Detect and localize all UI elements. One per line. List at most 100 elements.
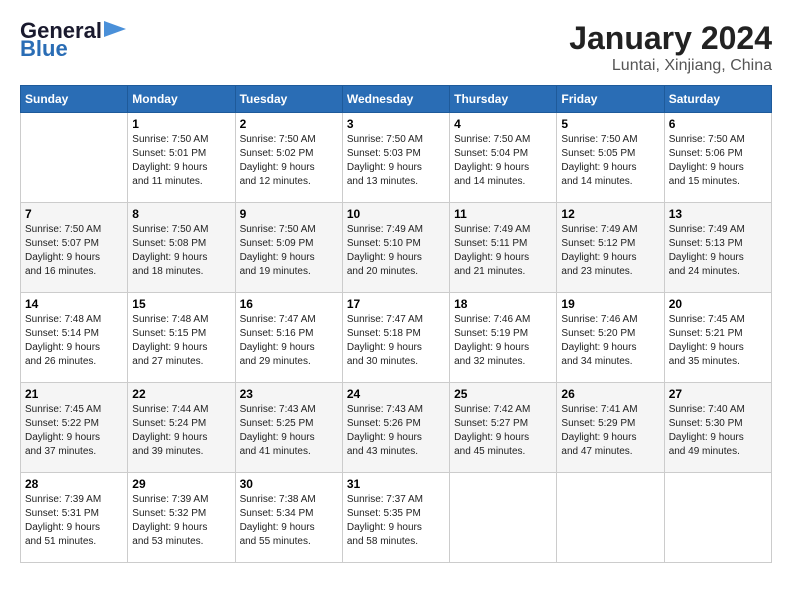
day-number: 4 [454,117,552,131]
day-info: Sunrise: 7:45 AM Sunset: 5:21 PM Dayligh… [669,313,767,369]
calendar-cell: 29Sunrise: 7:39 AM Sunset: 5:32 PM Dayli… [128,473,235,563]
day-info: Sunrise: 7:39 AM Sunset: 5:31 PM Dayligh… [25,493,123,549]
calendar-cell: 21 Sunrise: 7:45 AM Sunset: 5:22 PM Dayli… [21,383,128,473]
calendar-week-row: 21 Sunrise: 7:45 AM Sunset: 5:22 PM Dayli… [21,383,772,473]
weekday-row: SundayMondayTuesdayWednesdayThursdayFrid… [21,86,772,113]
calendar-cell: 22 Sunrise: 7:44 AM Sunset: 5:24 PM Dayli… [128,383,235,473]
calendar-cell: 30Sunrise: 7:38 AM Sunset: 5:34 PM Dayli… [235,473,342,563]
day-info: Sunrise: 7:46 AM Sunset: 5:19 PM Dayligh… [454,313,552,369]
day-number: 26 [561,387,659,401]
page-header: General Blue January 2024 Luntai, Xinjia… [20,20,772,75]
calendar-cell: 27 Sunrise: 7:40 AM Sunset: 5:30 PM Dayli… [664,383,771,473]
day-info: Sunrise: 7:50 AM Sunset: 5:09 PM Dayligh… [240,223,338,279]
day-info: Sunrise: 7:45 AM Sunset: 5:22 PM Dayligh… [25,403,123,459]
calendar-cell: 18 Sunrise: 7:46 AM Sunset: 5:19 PM Dayli… [450,293,557,383]
weekday-header: Monday [128,86,235,113]
day-info: Sunrise: 7:50 AM Sunset: 5:01 PM Dayligh… [132,133,230,189]
logo-icon [104,19,126,39]
weekday-header: Friday [557,86,664,113]
day-info: Sunrise: 7:50 AM Sunset: 5:08 PM Dayligh… [132,223,230,279]
calendar-cell: 23 Sunrise: 7:43 AM Sunset: 5:25 PM Dayli… [235,383,342,473]
day-info: Sunrise: 7:49 AM Sunset: 5:12 PM Dayligh… [561,223,659,279]
calendar-week-row: 1 Sunrise: 7:50 AM Sunset: 5:01 PM Daylig… [21,113,772,203]
day-info: Sunrise: 7:50 AM Sunset: 5:05 PM Dayligh… [561,133,659,189]
day-info: Sunrise: 7:37 AM Sunset: 5:35 PM Dayligh… [347,493,445,549]
calendar-cell: 25 Sunrise: 7:42 AM Sunset: 5:27 PM Dayli… [450,383,557,473]
day-number: 22 [132,387,230,401]
day-number: 15 [132,297,230,311]
calendar-cell: 9 Sunrise: 7:50 AM Sunset: 5:09 PM Daylig… [235,203,342,293]
day-info: Sunrise: 7:49 AM Sunset: 5:10 PM Dayligh… [347,223,445,279]
day-info: Sunrise: 7:50 AM Sunset: 5:03 PM Dayligh… [347,133,445,189]
day-info: Sunrise: 7:48 AM Sunset: 5:15 PM Dayligh… [132,313,230,369]
day-number: 18 [454,297,552,311]
calendar-cell [664,473,771,563]
day-number: 2 [240,117,338,131]
day-number: 24 [347,387,445,401]
day-number: 17 [347,297,445,311]
logo-blue-text: Blue [20,38,68,60]
day-number: 6 [669,117,767,131]
day-info: Sunrise: 7:50 AM Sunset: 5:04 PM Dayligh… [454,133,552,189]
calendar-cell: 4 Sunrise: 7:50 AM Sunset: 5:04 PM Daylig… [450,113,557,203]
day-number: 31 [347,477,445,491]
day-number: 14 [25,297,123,311]
day-info: Sunrise: 7:46 AM Sunset: 5:20 PM Dayligh… [561,313,659,369]
calendar-header: SundayMondayTuesdayWednesdayThursdayFrid… [21,86,772,113]
calendar-week-row: 28 Sunrise: 7:39 AM Sunset: 5:31 PM Dayli… [21,473,772,563]
calendar-cell: 5 Sunrise: 7:50 AM Sunset: 5:05 PM Daylig… [557,113,664,203]
day-number: 9 [240,207,338,221]
calendar-cell: 26 Sunrise: 7:41 AM Sunset: 5:29 PM Dayli… [557,383,664,473]
logo: General Blue [20,20,126,60]
weekday-header: Wednesday [342,86,449,113]
weekday-header: Sunday [21,86,128,113]
calendar-cell: 14 Sunrise: 7:48 AM Sunset: 5:14 PM Dayli… [21,293,128,383]
day-number: 11 [454,207,552,221]
calendar-subtitle: Luntai, Xinjiang, China [569,57,772,75]
calendar-cell: 8 Sunrise: 7:50 AM Sunset: 5:08 PM Daylig… [128,203,235,293]
day-number: 5 [561,117,659,131]
day-number: 7 [25,207,123,221]
calendar-cell: 3 Sunrise: 7:50 AM Sunset: 5:03 PM Daylig… [342,113,449,203]
calendar-cell: 17Sunrise: 7:47 AM Sunset: 5:18 PM Dayli… [342,293,449,383]
day-info: Sunrise: 7:50 AM Sunset: 5:06 PM Dayligh… [669,133,767,189]
calendar-cell: 7 Sunrise: 7:50 AM Sunset: 5:07 PM Daylig… [21,203,128,293]
day-info: Sunrise: 7:50 AM Sunset: 5:02 PM Dayligh… [240,133,338,189]
calendar-cell: 28 Sunrise: 7:39 AM Sunset: 5:31 PM Dayli… [21,473,128,563]
calendar-body: 1 Sunrise: 7:50 AM Sunset: 5:01 PM Daylig… [21,113,772,563]
day-info: Sunrise: 7:40 AM Sunset: 5:30 PM Dayligh… [669,403,767,459]
calendar-cell: 13 Sunrise: 7:49 AM Sunset: 5:13 PM Dayli… [664,203,771,293]
day-number: 1 [132,117,230,131]
day-info: Sunrise: 7:41 AM Sunset: 5:29 PM Dayligh… [561,403,659,459]
day-number: 23 [240,387,338,401]
calendar-cell: 16 Sunrise: 7:47 AM Sunset: 5:16 PM Dayli… [235,293,342,383]
weekday-header: Thursday [450,86,557,113]
calendar-cell: 12 Sunrise: 7:49 AM Sunset: 5:12 PM Dayli… [557,203,664,293]
day-info: Sunrise: 7:49 AM Sunset: 5:13 PM Dayligh… [669,223,767,279]
calendar-table: SundayMondayTuesdayWednesdayThursdayFrid… [20,85,772,563]
calendar-cell [21,113,128,203]
day-info: Sunrise: 7:42 AM Sunset: 5:27 PM Dayligh… [454,403,552,459]
day-number: 13 [669,207,767,221]
calendar-cell: 6 Sunrise: 7:50 AM Sunset: 5:06 PM Daylig… [664,113,771,203]
day-number: 28 [25,477,123,491]
day-info: Sunrise: 7:44 AM Sunset: 5:24 PM Dayligh… [132,403,230,459]
day-number: 21 [25,387,123,401]
weekday-header: Saturday [664,86,771,113]
day-info: Sunrise: 7:43 AM Sunset: 5:25 PM Dayligh… [240,403,338,459]
day-info: Sunrise: 7:47 AM Sunset: 5:16 PM Dayligh… [240,313,338,369]
day-number: 16 [240,297,338,311]
calendar-cell: 24Sunrise: 7:43 AM Sunset: 5:26 PM Dayli… [342,383,449,473]
calendar-cell: 20 Sunrise: 7:45 AM Sunset: 5:21 PM Dayli… [664,293,771,383]
day-number: 25 [454,387,552,401]
calendar-cell: 15 Sunrise: 7:48 AM Sunset: 5:15 PM Dayli… [128,293,235,383]
calendar-week-row: 7 Sunrise: 7:50 AM Sunset: 5:07 PM Daylig… [21,203,772,293]
day-number: 27 [669,387,767,401]
day-number: 8 [132,207,230,221]
day-info: Sunrise: 7:50 AM Sunset: 5:07 PM Dayligh… [25,223,123,279]
day-number: 12 [561,207,659,221]
calendar-cell: 2 Sunrise: 7:50 AM Sunset: 5:02 PM Daylig… [235,113,342,203]
day-number: 20 [669,297,767,311]
day-info: Sunrise: 7:48 AM Sunset: 5:14 PM Dayligh… [25,313,123,369]
day-number: 3 [347,117,445,131]
